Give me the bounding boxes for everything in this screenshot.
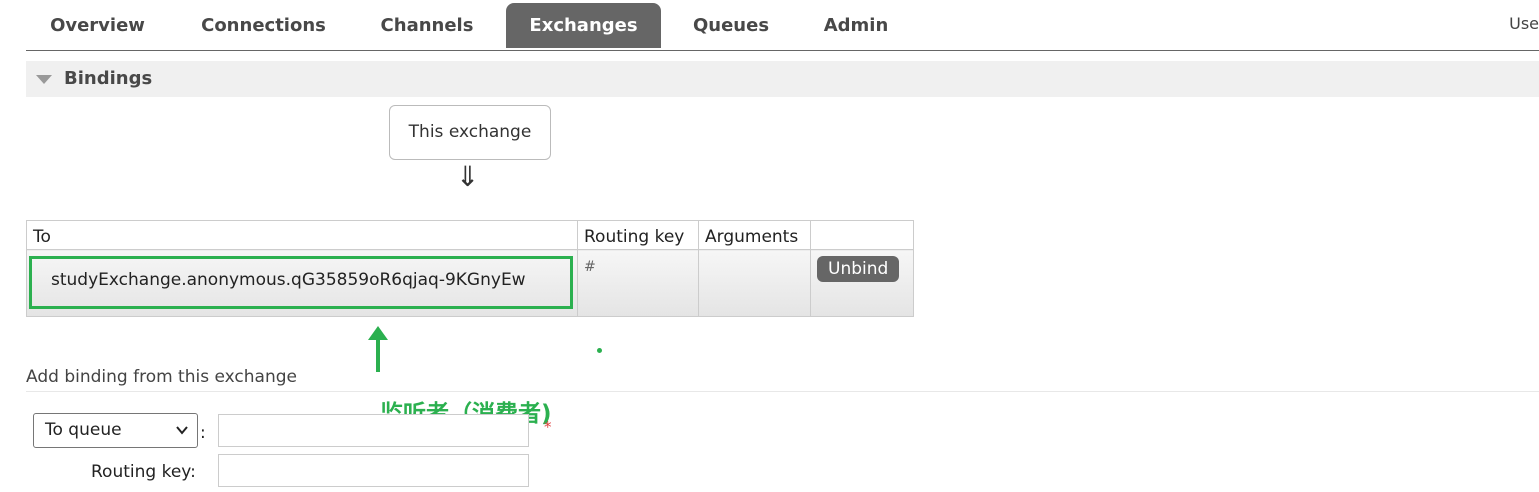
routing-key-value: #	[584, 259, 596, 275]
routing-key-label: Routing key:	[91, 462, 196, 482]
top-nav: Overview Connections Channels Exchanges …	[26, 0, 1539, 51]
column-header-to: To	[26, 220, 578, 250]
destination-type-select[interactable]: To queue	[33, 413, 198, 448]
tab-channels[interactable]: Channels	[362, 3, 492, 48]
column-header-routing-key: Routing key	[577, 220, 699, 250]
destination-colon: :	[200, 423, 206, 443]
table-header-row: To Routing key Arguments	[26, 220, 914, 250]
cell-arguments	[698, 249, 811, 317]
cell-routing-key: #	[577, 249, 699, 317]
annotation-dot	[597, 348, 602, 353]
section-title: Bindings	[64, 68, 153, 89]
cell-actions: Unbind	[810, 249, 914, 317]
destination-input[interactable]	[218, 414, 529, 447]
chevron-down-icon	[176, 426, 188, 435]
destination-type-value: To queue	[45, 420, 122, 440]
divider	[26, 391, 1539, 392]
highlight-rectangle	[29, 256, 573, 309]
tab-exchanges[interactable]: Exchanges	[506, 3, 661, 48]
unbind-button[interactable]: Unbind	[817, 256, 900, 282]
routing-key-input[interactable]	[218, 454, 529, 487]
tab-connections[interactable]: Connections	[186, 3, 341, 48]
user-label: Use	[1509, 14, 1539, 33]
column-header-actions	[810, 220, 914, 250]
add-binding-title: Add binding from this exchange	[26, 367, 297, 387]
down-arrow-icon: ⇓	[456, 160, 480, 193]
collapse-triangle-icon[interactable]	[36, 75, 52, 84]
up-arrow-icon	[368, 326, 388, 372]
tab-queues[interactable]: Queues	[676, 3, 786, 48]
this-exchange-box: This exchange	[389, 105, 551, 160]
column-header-arguments: Arguments	[698, 220, 811, 250]
tab-overview[interactable]: Overview	[26, 3, 169, 48]
tab-admin[interactable]: Admin	[806, 3, 906, 48]
required-mark: *	[544, 418, 552, 436]
bindings-section-header[interactable]: Bindings	[26, 61, 1539, 97]
